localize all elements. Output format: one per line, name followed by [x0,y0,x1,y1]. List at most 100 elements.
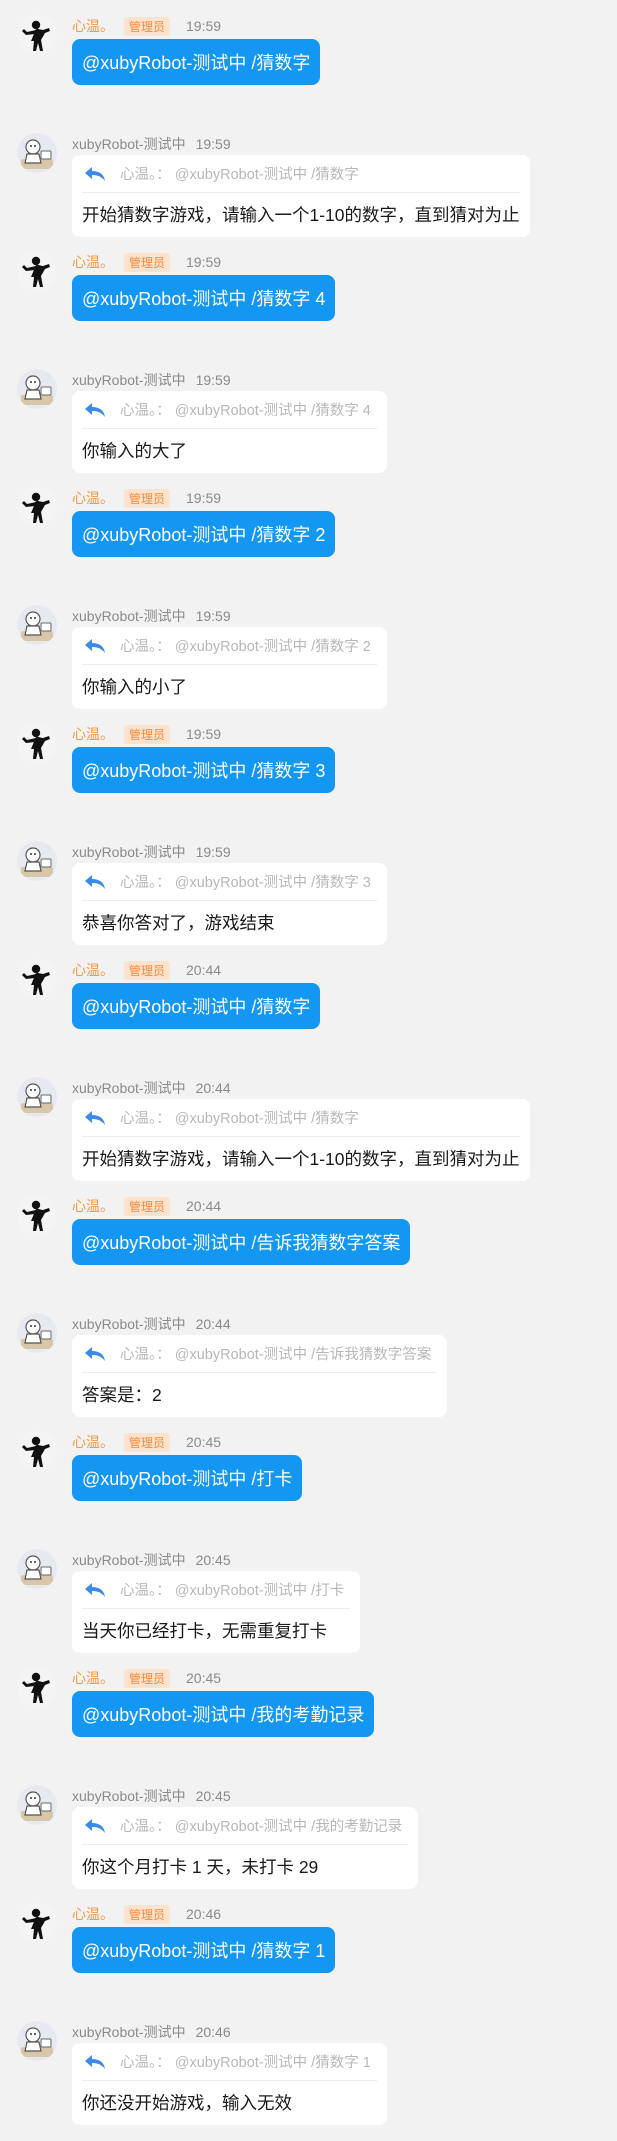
message-bubble[interactable]: @xubyRobot-测试中 /猜数字 [72,983,321,1029]
quoted-message[interactable]: 心温。： @xubyRobot-测试中 /猜数字 [82,155,520,193]
message-bubble[interactable]: @xubyRobot-测试中 /我的考勤记录 [72,1691,375,1737]
admin-badge: 管理员 [124,252,171,272]
message-header: 心温。 管理员 20:44 [72,959,221,981]
admin-badge: 管理员 [124,1196,171,1216]
bot-avatar-icon[interactable] [17,1313,57,1353]
message-header: 心温。 管理员 19:59 [72,487,221,509]
message-text: 开始猜数字游戏，请输入一个1-10的数字，直到猜对为止 [82,1149,520,1169]
timestamp: 19:59 [195,608,231,624]
message-bubble[interactable]: @xubyRobot-测试中 /告诉我猜数字答案 [72,1219,411,1265]
reply-bubble[interactable]: 心温。： @xubyRobot-测试中 /打卡 当天你已经打卡，无需重复打卡 [72,1571,361,1653]
quoted-message[interactable]: 心温。： @xubyRobot-测试中 /猜数字 3 [82,863,377,901]
message-text: 你还没开始游戏，输入无效 [82,2093,292,2113]
timestamp: 19:59 [186,490,222,506]
quoted-text: 心温。： @xubyRobot-测试中 /我的考勤记录 [120,1819,403,1835]
message-bubble[interactable]: @xubyRobot-测试中 /打卡 [72,1455,303,1501]
chat-log: 心温。 管理员 19:59 @xubyRobot-测试中 /猜数字 xubyRobot-… [0,0,617,2141]
message-header: xubyRobot-测试中 19:59 [72,605,231,627]
message-header: 心温。 管理员 19:59 [72,723,221,745]
reply-bubble[interactable]: 心温。： @xubyRobot-测试中 /猜数字 3 恭喜你答对了，游戏结束 [72,863,387,945]
timestamp: 20:45 [195,1788,231,1804]
message-bubble[interactable]: @xubyRobot-测试中 /猜数字 2 [72,511,336,557]
admin-badge: 管理员 [124,16,171,36]
quoted-message[interactable]: 心温。： @xubyRobot-测试中 /猜数字 2 [82,627,377,665]
sender-name[interactable]: 心温。 [72,1432,114,1452]
reply-bubble[interactable]: 心温。： @xubyRobot-测试中 /猜数字开始猜数字游戏，请输入一个1-1… [72,1099,530,1181]
bot-avatar-icon[interactable] [17,1549,57,1589]
admin-badge: 管理员 [124,1668,171,1688]
admin-badge: 管理员 [124,488,171,508]
sender-name[interactable]: xubyRobot-测试中 [72,606,186,626]
message-header: 心温。 管理员 20:46 [72,1903,221,1925]
user-avatar-icon[interactable] [17,15,57,55]
sender-name[interactable]: 心温。 [72,16,114,36]
message-header: 心温。 管理员 19:59 [72,15,221,37]
bot-avatar-icon[interactable] [17,605,57,645]
sender-name[interactable]: 心温。 [72,488,114,508]
quoted-message[interactable]: 心温。： @xubyRobot-测试中 /告诉我猜数字答案 [82,1335,438,1373]
timestamp: 19:59 [195,844,231,860]
message-header: xubyRobot-测试中 20:45 [72,1785,231,1807]
reply-bubble[interactable]: 心温。： @xubyRobot-测试中 /告诉我猜数字答案 答案是：2 [72,1335,448,1417]
reply-bubble[interactable]: 心温。： @xubyRobot-测试中 /我的考勤记录 你这个月打卡 1 天，未打… [72,1807,419,1889]
message-bubble[interactable]: @xubyRobot-测试中 /猜数字 [72,39,321,85]
sender-name[interactable]: xubyRobot-测试中 [72,1550,186,1570]
message-header: xubyRobot-测试中 20:46 [72,2021,231,2043]
bot-avatar-icon[interactable] [17,133,57,173]
message-bubble[interactable]: @xubyRobot-测试中 /猜数字 1 [72,1927,336,1973]
sender-name[interactable]: 心温。 [72,252,114,272]
user-avatar-icon[interactable] [17,1431,57,1471]
reply-bubble[interactable]: 心温。： @xubyRobot-测试中 /猜数字 1 你还没开始游戏，输入无效 [72,2043,387,2125]
sender-name[interactable]: xubyRobot-测试中 [72,1786,186,1806]
quoted-text: 心温。： @xubyRobot-测试中 /猜数字 2 [120,639,371,655]
user-avatar-icon[interactable] [17,1667,57,1707]
sender-name[interactable]: xubyRobot-测试中 [72,842,186,862]
user-avatar-icon[interactable] [17,487,57,527]
admin-badge: 管理员 [124,960,171,980]
bot-avatar-icon[interactable] [17,841,57,881]
reply-arrow-icon [84,638,106,654]
timestamp: 20:45 [186,1670,222,1686]
user-avatar-icon[interactable] [17,1195,57,1235]
bot-avatar-icon[interactable] [17,1077,57,1117]
quoted-message[interactable]: 心温。： @xubyRobot-测试中 /猜数字 [82,1099,520,1137]
quoted-message[interactable]: 心温。： @xubyRobot-测试中 /猜数字 4 [82,391,377,429]
reply-arrow-icon [84,874,106,890]
quoted-message[interactable]: 心温。： @xubyRobot-测试中 /打卡 [82,1571,351,1609]
sender-name[interactable]: 心温。 [72,724,114,744]
message-header: xubyRobot-测试中 20:45 [72,1549,231,1571]
message-header: 心温。 管理员 20:44 [72,1195,221,1217]
reply-bubble[interactable]: 心温。： @xubyRobot-测试中 /猜数字 2 你输入的小了 [72,627,387,709]
message-bubble[interactable]: @xubyRobot-测试中 /猜数字 3 [72,747,336,793]
reply-arrow-icon [84,166,106,182]
quoted-message[interactable]: 心温。： @xubyRobot-测试中 /猜数字 1 [82,2043,377,2081]
sender-name[interactable]: 心温。 [72,960,114,980]
message-bubble[interactable]: @xubyRobot-测试中 /猜数字 4 [72,275,336,321]
bot-avatar-icon[interactable] [17,1785,57,1825]
sender-name[interactable]: xubyRobot-测试中 [72,1078,186,1098]
reply-arrow-icon [84,1818,106,1834]
user-avatar-icon[interactable] [17,959,57,999]
bot-avatar-icon[interactable] [17,369,57,409]
message-header: 心温。 管理员 19:59 [72,251,221,273]
sender-name[interactable]: xubyRobot-测试中 [72,134,186,154]
reply-bubble[interactable]: 心温。： @xubyRobot-测试中 /猜数字 4 你输入的大了 [72,391,387,473]
reply-arrow-icon [84,1346,106,1362]
sender-name[interactable]: xubyRobot-测试中 [72,2022,186,2042]
quoted-text: 心温。： @xubyRobot-测试中 /猜数字 4 [120,403,371,419]
sender-name[interactable]: xubyRobot-测试中 [72,370,186,390]
sender-name[interactable]: xubyRobot-测试中 [72,1314,186,1334]
message-header: xubyRobot-测试中 20:44 [72,1313,231,1335]
reply-bubble[interactable]: 心温。： @xubyRobot-测试中 /猜数字 开始猜数字游戏，请输入一个1-1… [72,155,530,237]
user-avatar-icon[interactable] [17,251,57,291]
sender-name[interactable]: 心温。 [72,1668,114,1688]
user-avatar-icon[interactable] [17,723,57,763]
sender-name[interactable]: 心温。 [72,1196,114,1216]
user-avatar-icon[interactable] [17,1903,57,1943]
sender-name[interactable]: 心温。 [72,1904,114,1924]
quoted-text: 心温。： @xubyRobot-测试中 /猜数字 [120,1111,359,1127]
timestamp: 19:59 [195,372,231,388]
quoted-message[interactable]: 心温。： @xubyRobot-测试中 /我的考勤记录 [82,1807,409,1845]
bot-avatar-icon[interactable] [17,2021,57,2061]
message-header: xubyRobot-测试中 19:59 [72,133,231,155]
